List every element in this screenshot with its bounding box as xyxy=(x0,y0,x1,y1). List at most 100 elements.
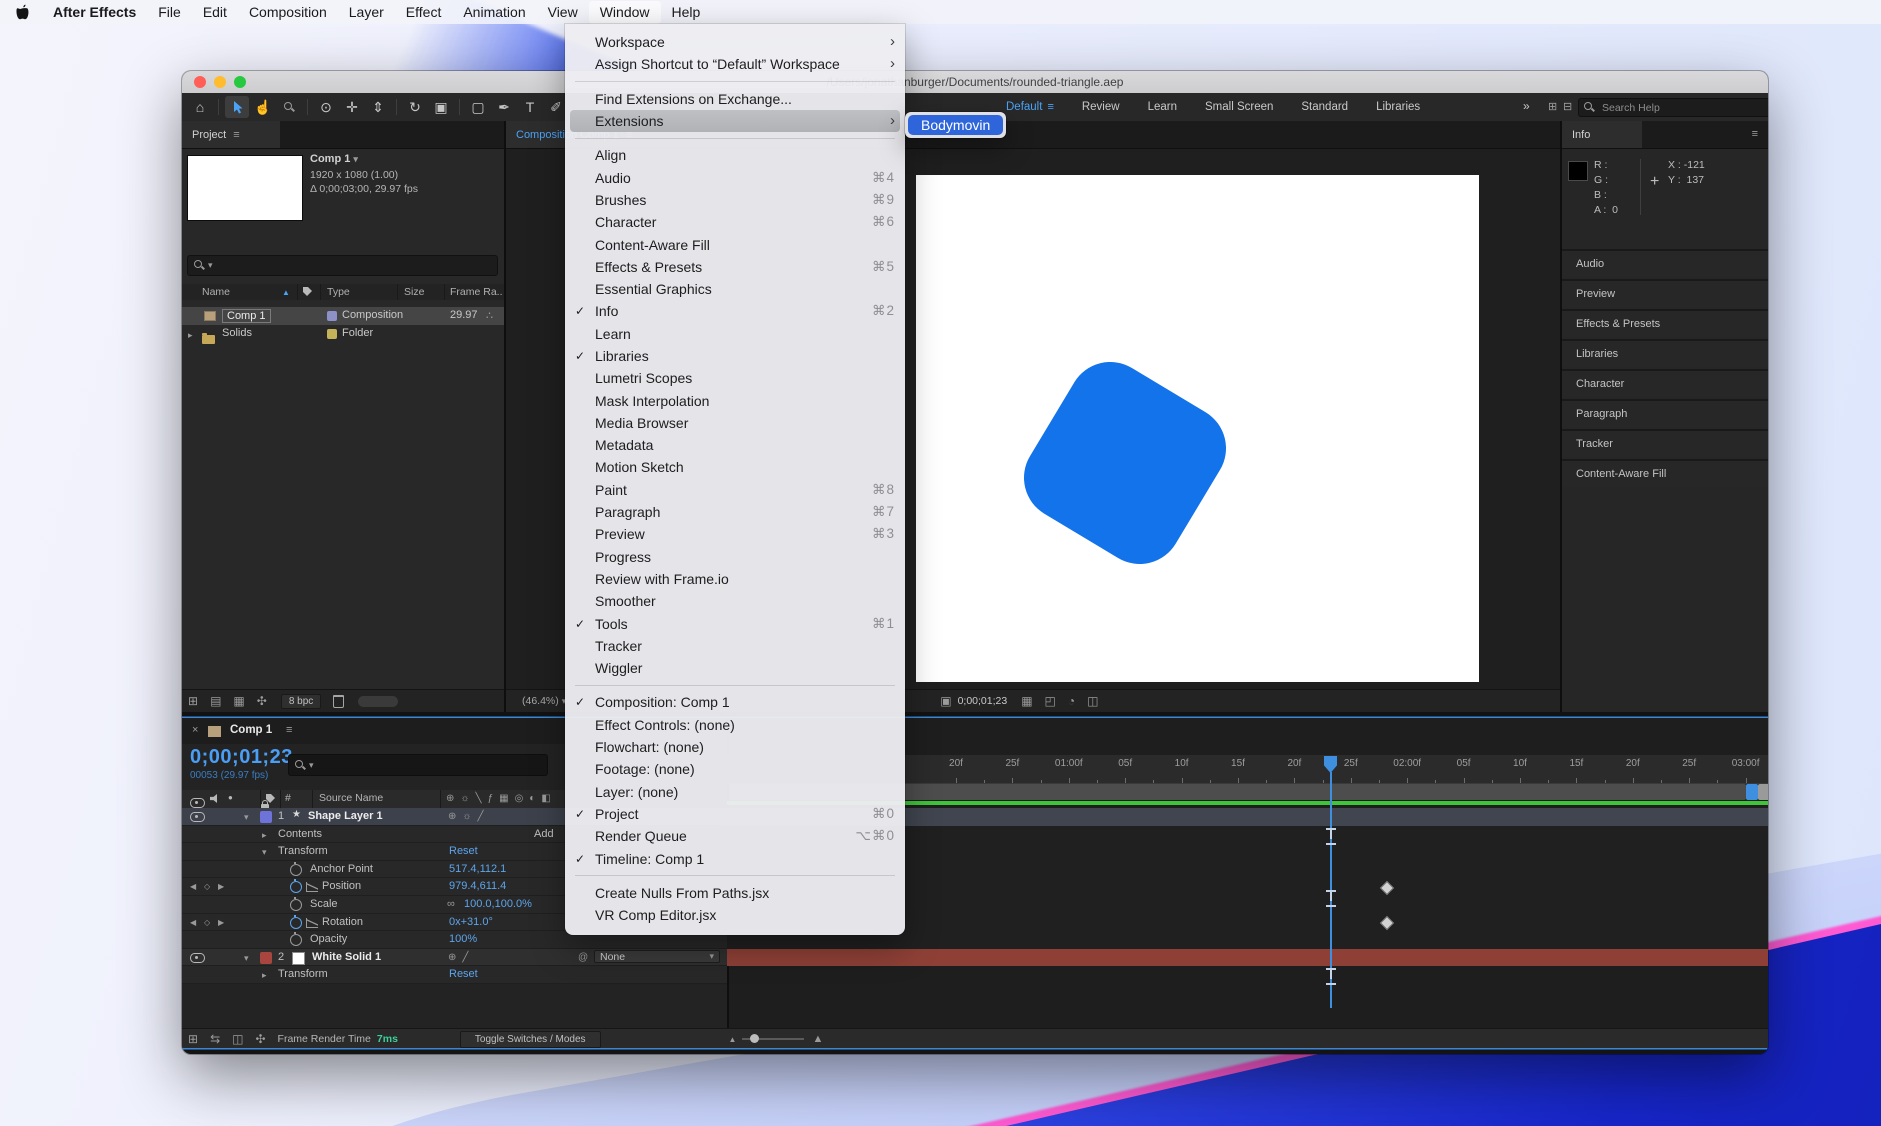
menu-item-audio[interactable]: Audio⌘4 xyxy=(565,166,905,188)
link-dimensions-icon[interactable]: ∞ xyxy=(447,898,455,910)
new-composition-icon[interactable]: ▦ xyxy=(233,694,244,708)
menu-item-effect-controls-none[interactable]: Effect Controls: (none) xyxy=(565,714,905,736)
mini-flowchart-icon[interactable]: ⊞ xyxy=(188,1032,198,1046)
eye-icon[interactable] xyxy=(190,812,205,822)
trash-icon[interactable] xyxy=(333,695,344,708)
keyframe-nav-next-icon[interactable]: ▶ xyxy=(218,882,228,891)
expander-icon[interactable]: ▸ xyxy=(188,330,193,341)
solo-column-icon[interactable]: ● xyxy=(228,793,233,802)
tab-timeline-comp1[interactable]: Comp 1 xyxy=(230,724,272,736)
menubar-item-window[interactable]: Window xyxy=(589,1,661,24)
snapshot-camera-icon[interactable]: ▣ xyxy=(940,694,951,708)
workspace-review[interactable]: Review xyxy=(1068,101,1134,113)
source-name-column[interactable]: Source Name xyxy=(319,792,383,804)
property-value[interactable]: 100% xyxy=(449,933,477,945)
close-window-button[interactable] xyxy=(194,76,206,88)
grid-guides-icon[interactable]: ▦ xyxy=(1021,694,1032,708)
workspace-overflow-button[interactable]: » xyxy=(1523,99,1530,113)
property-label[interactable]: Anchor Point xyxy=(310,863,373,875)
menu-item-project[interactable]: ✓Project⌘0 xyxy=(565,803,905,825)
rotate-tool-icon[interactable]: ↻ xyxy=(403,96,427,118)
stopwatch-active-icon[interactable] xyxy=(290,881,302,893)
workspace-small-screen[interactable]: Small Screen xyxy=(1191,101,1287,113)
menu-item-smoother[interactable]: Smoother xyxy=(565,590,905,612)
keyframe-nav-prev-icon[interactable]: ◀ xyxy=(190,918,200,927)
menu-item-find-extensions-on-exchange[interactable]: Find Extensions on Exchange... xyxy=(565,88,905,110)
zoom-level-dropdown[interactable]: (46.4%) ▾ xyxy=(522,695,566,707)
preview-time[interactable]: 0;00;01;23 xyxy=(958,695,1008,707)
add-button[interactable]: Add xyxy=(534,828,554,840)
item-name[interactable]: Comp 1 xyxy=(222,309,271,323)
collapsed-panel-audio[interactable]: Audio xyxy=(1562,249,1768,277)
column-type[interactable]: Type xyxy=(327,286,350,298)
menu-item-paragraph[interactable]: Paragraph⌘7 xyxy=(565,501,905,523)
home-tool-icon[interactable]: ⌂ xyxy=(188,96,212,118)
stopwatch-active-icon[interactable] xyxy=(290,917,302,929)
expander-icon[interactable]: ▾ xyxy=(244,812,249,823)
apple-menu[interactable] xyxy=(0,4,42,20)
collapsed-panel-tracker[interactable]: Tracker xyxy=(1562,429,1768,457)
zoom-tool-icon[interactable] xyxy=(277,96,301,118)
group-label[interactable]: Contents xyxy=(278,828,322,840)
flowchart-icon[interactable]: ∴ xyxy=(486,309,493,322)
menu-item-vr-comp-editor-jsx[interactable]: VR Comp Editor.jsx xyxy=(565,904,905,926)
rectangle-tool-icon[interactable]: ▢ xyxy=(466,96,490,118)
camera-tool-icon[interactable]: ▣ xyxy=(429,96,453,118)
menu-item-tools[interactable]: ✓Tools⌘1 xyxy=(565,612,905,634)
zoom-window-button[interactable] xyxy=(234,76,246,88)
menubar-item-animation[interactable]: Animation xyxy=(452,1,536,24)
property-value[interactable]: 100.0,100.0% xyxy=(464,898,532,910)
parent-pickwhip-icon[interactable]: @ xyxy=(578,952,588,963)
menu-item-flowchart-none[interactable]: Flowchart: (none) xyxy=(565,736,905,758)
menu-item-layer-none[interactable]: Layer: (none) xyxy=(565,781,905,803)
menu-item-render-queue[interactable]: Render Queue⌥⌘0 xyxy=(565,825,905,847)
menu-item-media-browser[interactable]: Media Browser xyxy=(565,412,905,434)
pen-tool-icon[interactable]: ✒ xyxy=(492,96,516,118)
menubar-item-effect[interactable]: Effect xyxy=(395,1,453,24)
stopwatch-icon[interactable] xyxy=(290,864,302,876)
menu-item-effects-presets[interactable]: Effects & Presets⌘5 xyxy=(565,256,905,278)
menu-item-progress[interactable]: Progress xyxy=(565,546,905,568)
project-search-field[interactable]: ▾ xyxy=(187,255,498,276)
number-column[interactable]: # xyxy=(285,792,291,804)
audio-column-icon[interactable] xyxy=(210,794,220,803)
menubar-item-after-effects[interactable]: After Effects xyxy=(42,1,147,24)
group-label[interactable]: Transform xyxy=(278,845,328,857)
reset-link[interactable]: Reset xyxy=(449,968,478,980)
workspace-menu-icon[interactable]: ≡ xyxy=(1047,101,1053,113)
property-value[interactable]: 979.4,611.4 xyxy=(449,880,506,892)
panel-grid-icon[interactable]: ⊞ xyxy=(1548,100,1557,113)
menu-item-preview[interactable]: Preview⌘3 xyxy=(565,523,905,545)
timeline-zoom-slider[interactable] xyxy=(742,1038,804,1040)
white-solid-duration-bar[interactable] xyxy=(727,949,1768,967)
menu-item-motion-sketch[interactable]: Motion Sketch xyxy=(565,456,905,478)
keyframe-nav-set-icon[interactable]: ◇ xyxy=(204,918,214,927)
transfer-controls-icon[interactable]: ⇆ xyxy=(210,1032,220,1046)
reset-link[interactable]: Reset xyxy=(449,845,478,857)
menu-item-composition-comp-1[interactable]: ✓Composition: Comp 1 xyxy=(565,691,905,713)
comp-name[interactable]: Comp 1 ▾ xyxy=(310,153,358,165)
new-folder-icon[interactable]: ▤ xyxy=(210,694,221,708)
timeline-layer-row-solid[interactable]: ▾ 2 White Solid 1 ⊕╱ @ None▾ xyxy=(182,949,727,967)
selection-tool-icon[interactable] xyxy=(225,96,249,118)
menu-item-bodymovin[interactable]: Bodymovin xyxy=(908,115,1003,135)
project-row-solids[interactable]: ▸ Solids Folder xyxy=(182,325,504,343)
menubar-item-layer[interactable]: Layer xyxy=(338,1,395,24)
interpret-footage-icon[interactable]: ⊞ xyxy=(188,694,198,708)
parent-dropdown[interactable]: None▾ xyxy=(594,950,720,963)
menu-item-libraries[interactable]: ✓Libraries xyxy=(565,345,905,367)
zoom-slider-knob[interactable] xyxy=(750,1034,759,1043)
inout-columns-icon[interactable]: ◫ xyxy=(232,1032,243,1046)
layer-switches-column-icons[interactable]: ⊕☼╲ƒ▦◎◐◧ xyxy=(446,793,557,804)
adjust-icon[interactable]: ✣ xyxy=(257,694,267,708)
menubar-item-edit[interactable]: Edit xyxy=(192,1,238,24)
menu-item-lumetri-scopes[interactable]: Lumetri Scopes xyxy=(565,367,905,389)
menu-item-content-aware-fill[interactable]: Content-Aware Fill xyxy=(565,233,905,255)
layer-color-chip[interactable] xyxy=(260,952,272,964)
layer-color-chip[interactable] xyxy=(260,811,272,823)
composition-viewport[interactable] xyxy=(916,175,1479,682)
workspace-default[interactable]: Default≡ xyxy=(992,101,1068,113)
menubar-item-composition[interactable]: Composition xyxy=(238,1,338,24)
search-help-field[interactable] xyxy=(1578,98,1768,117)
menu-item-tracker[interactable]: Tracker xyxy=(565,635,905,657)
